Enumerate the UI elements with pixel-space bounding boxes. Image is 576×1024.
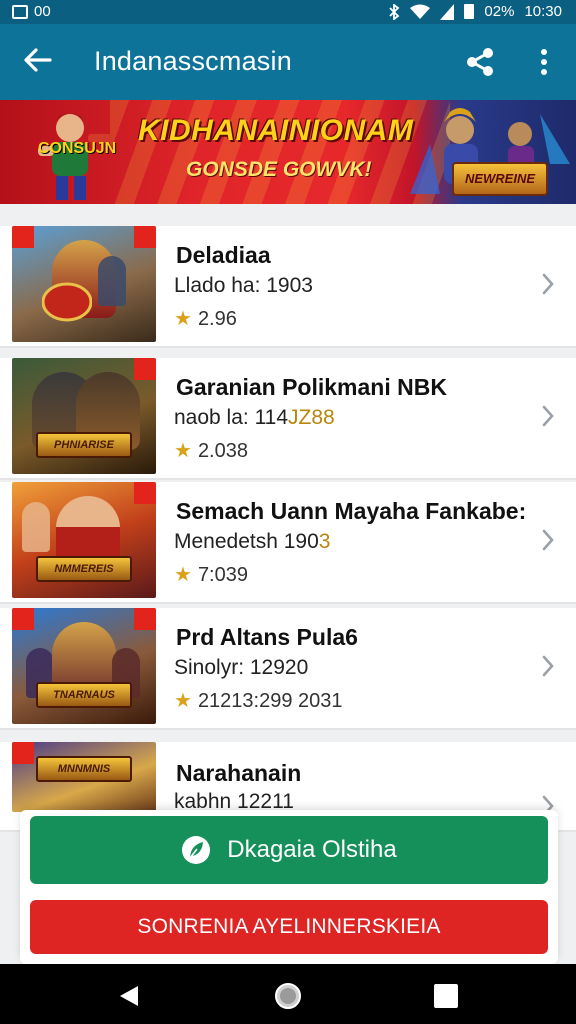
status-bar: 00 02% 10:30	[0, 0, 576, 24]
chevron-right-icon[interactable]	[540, 272, 556, 296]
banner-left-tag: CONSUJN	[38, 140, 117, 157]
item-rating-value: 21213:299 2031	[197, 690, 343, 712]
more-vert-icon[interactable]	[534, 46, 554, 78]
bottom-action-sheet: Dkagaia Olstiha SONRENIA AYELINNERSKIEIA	[20, 810, 558, 964]
back-arrow-icon[interactable]	[22, 44, 54, 76]
thumb-logo-plate: MNNMNIS	[36, 756, 132, 782]
gallery-notification-icon	[12, 4, 28, 19]
promo-banner[interactable]: CONSUJN KIDHANAINIONAM GONSDE GOWVK! NEW…	[0, 100, 576, 204]
secondary-action-label: SONRENIA AYELINNERSKIEIA	[137, 915, 441, 938]
nav-recent-icon[interactable]	[434, 984, 458, 1008]
star-icon: ★	[174, 308, 192, 330]
item-rating: ★ 2.96	[174, 306, 237, 331]
game-thumbnail: TNARNAUS	[12, 608, 156, 724]
thumb-logo-plate: PHNIARISE	[36, 432, 132, 458]
item-rating-value: 2.96	[197, 308, 237, 330]
banner-subline: GONSDE GOWVK!	[186, 158, 372, 181]
star-icon: ★	[174, 690, 192, 712]
primary-action-button[interactable]: Dkagaia Olstiha	[30, 816, 548, 884]
thumb-badge	[12, 608, 34, 630]
star-icon: ★	[174, 440, 192, 462]
game-thumbnail: PHNIARISE	[12, 358, 156, 474]
item-subtitle-highlight: JZ88	[288, 406, 335, 429]
item-title: Semach Uann Mayaha Fankabe:	[176, 498, 527, 524]
thumb-badge	[12, 226, 34, 248]
star-icon: ★	[174, 564, 192, 586]
banner-logo-text: NEWREINE	[464, 171, 536, 186]
game-thumbnail	[12, 226, 156, 342]
game-thumbnail: MNNMNIS	[12, 742, 156, 812]
item-subtitle: naob la: 114JZ88	[174, 406, 335, 430]
leaf-icon	[182, 836, 211, 864]
item-subtitle: Llado ha: 1903	[174, 274, 313, 298]
battery-icon	[464, 4, 475, 19]
item-subtitle-text: Menedetsh 190	[174, 530, 319, 553]
chevron-right-icon[interactable]	[540, 404, 556, 428]
battery-percent: 02%	[484, 3, 515, 20]
thumb-logo-plate: TNARNAUS	[36, 682, 132, 708]
wifi-icon	[410, 4, 431, 19]
item-subtitle-highlight: 3	[318, 530, 331, 553]
item-rating: ★ 7:039	[174, 562, 248, 587]
game-thumbnail: NMMEREIS	[12, 482, 156, 598]
list-item[interactable]: PHNIARISE Garanian Polikmani NBK naob la…	[0, 358, 576, 480]
item-subtitle-text: naob la: 114	[174, 406, 289, 429]
item-title: Deladiaa	[176, 242, 271, 268]
app-bar: Indanasscmasin	[0, 24, 576, 100]
status-right: 02% 10:30	[388, 3, 562, 20]
item-subtitle-text: Sinolyr: 12920	[174, 656, 309, 679]
banner-game-logo: NEWREINE	[452, 162, 548, 196]
thumb-badge	[134, 226, 156, 248]
item-rating: ★ 2.038	[174, 438, 248, 463]
item-title: Garanian Polikmani NBK	[176, 374, 447, 400]
list-item[interactable]: Deladiaa Llado ha: 1903 ★ 2.96	[0, 226, 576, 348]
item-rating: ★ 21213:299 2031	[174, 688, 343, 713]
system-nav-bar	[0, 964, 576, 1024]
thumb-badge	[134, 482, 156, 504]
list-item[interactable]: NMMEREIS Semach Uann Mayaha Fankabe: Men…	[0, 482, 576, 604]
secondary-action-button[interactable]: SONRENIA AYELINNERSKIEIA	[30, 900, 548, 954]
share-icon[interactable]	[464, 46, 496, 78]
item-subtitle-text: Llado ha: 1903	[174, 274, 313, 297]
bluetooth-icon	[389, 3, 400, 20]
thumb-figure	[98, 256, 126, 306]
item-subtitle: Sinolyr: 12920	[174, 656, 308, 680]
banner-headline: KIDHANAINIONAM	[138, 114, 414, 147]
item-subtitle: Menedetsh 1903	[174, 530, 330, 554]
item-title: Narahanain	[176, 760, 302, 786]
chevron-right-icon[interactable]	[540, 654, 556, 678]
chevron-right-icon[interactable]	[540, 528, 556, 552]
nav-home-icon[interactable]	[274, 982, 302, 1010]
page-title: Indanasscmasin	[94, 46, 292, 76]
status-left: 00	[12, 3, 51, 20]
list-item[interactable]: TNARNAUS Prd Altans Pula6 Sinolyr: 12920…	[0, 608, 576, 730]
status-time: 10:30	[524, 3, 562, 20]
signal-icon	[440, 3, 455, 20]
primary-action-label: Dkagaia Olstiha	[227, 836, 397, 863]
item-rating-value: 7:039	[197, 564, 248, 586]
thumb-badge	[134, 608, 156, 630]
thumb-badge	[12, 742, 34, 764]
thumb-figure	[22, 502, 50, 552]
status-left-text: 00	[34, 3, 51, 20]
thumb-logo-plate: NMMEREIS	[36, 556, 132, 582]
thumb-badge	[134, 358, 156, 380]
item-rating-value: 2.038	[197, 440, 248, 462]
nav-back-icon[interactable]	[118, 984, 140, 1008]
shield-icon	[42, 282, 92, 322]
item-title: Prd Altans Pula6	[176, 624, 358, 650]
